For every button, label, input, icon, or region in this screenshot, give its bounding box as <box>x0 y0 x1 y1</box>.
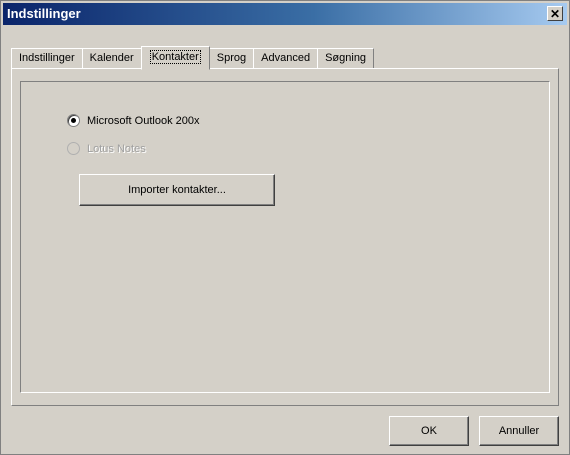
ok-button[interactable]: OK <box>389 416 469 446</box>
radio-button-disabled[interactable] <box>67 142 80 155</box>
radio-outlook[interactable]: Microsoft Outlook 200x <box>67 114 200 127</box>
tab-label: Kalender <box>89 52 134 64</box>
import-contacts-button[interactable]: Importer kontakter... <box>79 174 275 206</box>
settings-dialog: Indstillinger ✕ Indstillinger Kalender K… <box>0 0 570 455</box>
tab-advanced[interactable]: Advanced <box>253 48 319 69</box>
contacts-group: Microsoft Outlook 200x Lotus Notes Impor… <box>20 81 550 393</box>
tab-label: Indstillinger <box>19 52 75 64</box>
tab-sogning[interactable]: Søgning <box>317 48 375 69</box>
radio-label-outlook: Microsoft Outlook 200x <box>87 114 200 127</box>
tab-kontakter[interactable]: Kontakter <box>140 46 210 70</box>
tab-label: Sprog <box>216 52 247 64</box>
tab-kalender[interactable]: Kalender <box>81 48 142 69</box>
close-icon: ✕ <box>549 6 561 21</box>
close-button[interactable]: ✕ <box>547 6 563 21</box>
tab-label: Søgning <box>325 52 367 64</box>
radio-label-lotus-notes: Lotus Notes <box>87 142 146 155</box>
title-bar[interactable]: Indstillinger ✕ <box>3 3 567 25</box>
tab-strip: Indstillinger Kalender Kontakter Sprog A… <box>11 46 375 70</box>
tab-label: Advanced <box>261 52 311 64</box>
window-title: Indstillinger <box>7 6 81 21</box>
cancel-button[interactable]: Annuller <box>479 416 559 446</box>
tab-indstillinger[interactable]: Indstillinger <box>11 48 83 69</box>
radio-button-checked[interactable] <box>67 114 80 127</box>
tab-label: Kontakter <box>149 50 201 64</box>
radio-lotus-notes[interactable]: Lotus Notes <box>67 142 146 155</box>
tab-sprog[interactable]: Sprog <box>208 48 255 69</box>
tab-panel-kontakter: Microsoft Outlook 200x Lotus Notes Impor… <box>11 68 559 406</box>
